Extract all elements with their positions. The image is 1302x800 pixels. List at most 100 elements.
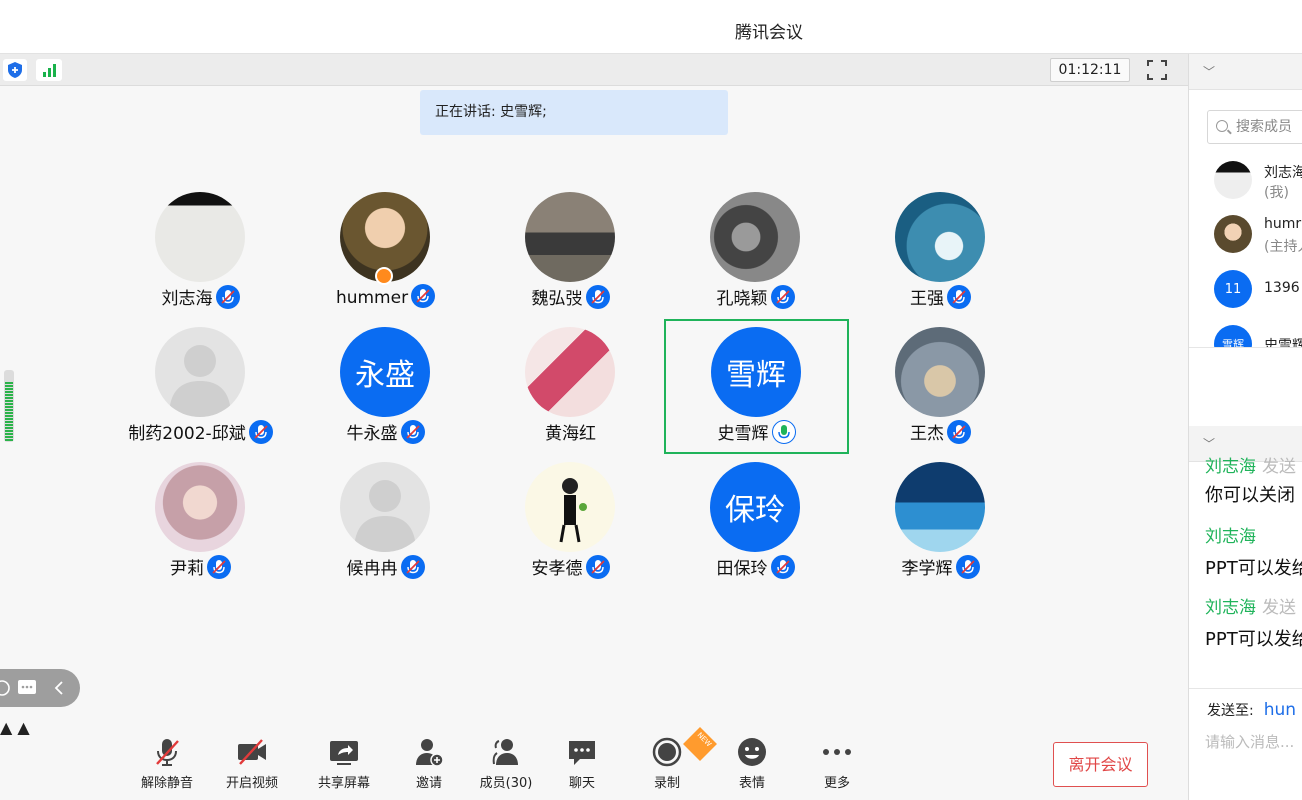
participant-tile[interactable]: 王强 <box>848 172 1033 309</box>
divider <box>1189 347 1302 348</box>
avatar <box>155 192 245 282</box>
microphone-muted-icon[interactable] <box>955 555 980 579</box>
microphone-muted-icon[interactable] <box>770 555 795 579</box>
chevron-down-icon[interactable]: ﹀ <box>1203 63 1215 80</box>
participant-name-label: 制药2002-邱斌 <box>128 424 246 444</box>
share-screen-button[interactable]: 共享屏幕 <box>309 736 379 796</box>
microphone-muted-icon[interactable] <box>248 420 273 444</box>
avatar: 永盛 <box>340 327 430 417</box>
microphone-muted-icon[interactable] <box>400 420 425 444</box>
participant-tile[interactable]: 永盛牛永盛 <box>293 307 478 444</box>
microphone-muted-icon[interactable] <box>207 555 231 579</box>
avatar <box>895 462 985 552</box>
record-icon <box>652 737 682 767</box>
member-list-item[interactable]: 11 1396 <box>1214 270 1302 310</box>
window-title: 腾讯会议 <box>735 23 803 43</box>
members-panel-header[interactable]: ﹀ <box>1189 54 1302 90</box>
chat-sender: 刘志海 发送 <box>1205 598 1296 618</box>
microphone-active-icon[interactable] <box>771 420 796 444</box>
participant-tile[interactable]: 王杰 <box>848 307 1033 444</box>
avatar <box>710 192 800 282</box>
participant-tile[interactable]: 黄海红 <box>478 307 663 444</box>
search-icon <box>1216 120 1228 132</box>
audio-options-caret-icon[interactable]: ▲ <box>0 718 12 737</box>
start-video-button[interactable]: 开启视频 <box>217 736 287 796</box>
participant-name: 孔晓颖 <box>663 284 848 309</box>
chat-message: PPT可以发给 <box>1205 629 1302 650</box>
smiley-icon <box>738 738 766 766</box>
chevron-down-icon[interactable]: ﹀ <box>1203 435 1215 452</box>
participant-name-label: 牛永盛 <box>346 424 398 444</box>
chat-message: PPT可以发给 <box>1205 558 1302 579</box>
title-bar: 腾讯会议 <box>0 0 1302 54</box>
microphone-muted-icon[interactable] <box>215 285 240 309</box>
avatar <box>525 462 615 552</box>
microphone-muted-icon[interactable] <box>947 285 971 309</box>
add-person-icon <box>416 739 444 767</box>
host-badge-icon <box>375 267 393 285</box>
participant-tile[interactable]: 李学辉 <box>848 442 1033 579</box>
participant-name: 王强 <box>848 284 1033 309</box>
member-list-item[interactable]: 雪辉 史雪辉 <box>1214 325 1302 347</box>
avatar <box>895 327 985 417</box>
participant-name: 牛永盛 <box>293 419 478 444</box>
chat-input[interactable]: 请输入消息... <box>1205 731 1294 752</box>
leave-meeting-button[interactable]: 离开会议 <box>1053 742 1148 787</box>
participant-tile[interactable]: 魏弘弢 <box>478 172 663 309</box>
participant-name-label: 尹莉 <box>170 559 204 579</box>
floating-controls[interactable] <box>0 669 80 707</box>
participant-tile[interactable]: 制药2002-邱斌 <box>108 307 293 444</box>
participant-name-label: 王杰 <box>910 424 944 444</box>
microphone-muted-icon[interactable] <box>400 555 425 579</box>
avatar <box>895 192 985 282</box>
invite-button[interactable]: 邀请 <box>394 736 464 796</box>
avatar: 保玲 <box>710 462 800 552</box>
microphone-muted-icon[interactable] <box>947 420 971 444</box>
participant-name-label: 候冉冉 <box>346 559 398 579</box>
microphone-muted-icon[interactable] <box>770 285 795 309</box>
participant-name-label: 王强 <box>910 289 944 309</box>
members-icon <box>492 739 518 765</box>
microphone-muted-icon[interactable] <box>585 285 610 309</box>
more-button[interactable]: 更多 <box>802 736 872 796</box>
member-search-input[interactable]: 搜索成员 <box>1207 110 1302 144</box>
send-to-row[interactable]: 发送至: hun <box>1207 700 1296 720</box>
network-signal-icon[interactable] <box>36 59 62 81</box>
avatar: 雪辉 <box>711 327 801 417</box>
participant-name: 黄海红 <box>478 419 663 444</box>
participant-tile[interactable]: 刘志海 <box>108 172 293 309</box>
member-list-item[interactable]: humr (主持人 <box>1214 215 1302 255</box>
unmute-button[interactable]: 解除静音 <box>132 736 202 796</box>
security-shield-icon[interactable] <box>3 59 27 81</box>
video-options-caret-icon[interactable]: ▲ <box>17 718 29 737</box>
participant-name: 制药2002-邱斌 <box>108 419 293 444</box>
participant-tile[interactable]: 保玲田保玲 <box>663 442 848 579</box>
fullscreen-icon[interactable] <box>1144 58 1170 82</box>
participant-name-label: 安孝德 <box>531 559 583 579</box>
members-button[interactable]: 成员(30) <box>471 736 541 796</box>
member-list-item[interactable]: 刘志海 (我) <box>1214 161 1302 201</box>
participant-tile[interactable]: 孔晓颖 <box>663 172 848 309</box>
microphone-muted-icon[interactable] <box>411 284 436 308</box>
participant-tile[interactable]: 候冉冉 <box>293 442 478 579</box>
share-screen-icon <box>330 741 358 765</box>
divider <box>1189 688 1302 689</box>
participant-tile[interactable]: 尹莉 <box>108 442 293 579</box>
participant-name: 王杰 <box>848 419 1033 444</box>
participant-tile[interactable]: hummer <box>293 172 478 308</box>
camera-off-icon <box>238 739 266 765</box>
chat-sender: 刘志海 发送 <box>1205 457 1296 477</box>
participant-name-label: 孔晓颖 <box>716 289 768 309</box>
participant-name: hummer <box>293 284 478 308</box>
participant-tile[interactable]: 雪辉 史雪辉 <box>664 319 849 454</box>
meeting-toolbar: 解除静音 ▲ 开启视频 ▲ 共享屏幕 邀请 成员(30) 聊天 录制 NEW 表… <box>0 718 1188 800</box>
participant-name: 李学辉 <box>848 554 1033 579</box>
microphone-muted-icon[interactable] <box>585 555 610 579</box>
reactions-button[interactable]: 表情 <box>717 736 787 796</box>
chat-button[interactable]: 聊天 <box>547 736 617 796</box>
participant-name: 田保玲 <box>663 554 848 579</box>
chat-sender: 刘志海 <box>1205 527 1256 547</box>
participant-name: 尹莉 <box>108 554 293 579</box>
participant-name-label: 田保玲 <box>716 559 768 579</box>
participant-tile[interactable]: 安孝德 <box>478 442 663 579</box>
